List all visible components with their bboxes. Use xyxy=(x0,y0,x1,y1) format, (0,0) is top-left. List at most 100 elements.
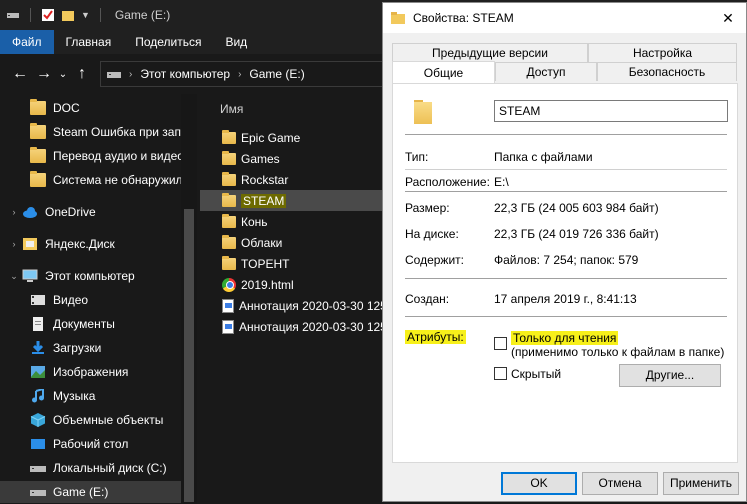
file-item-2019-html[interactable]: 2019.html xyxy=(200,274,383,295)
advanced-button[interactable]: Другие... xyxy=(619,364,721,387)
properties-check-icon[interactable] xyxy=(41,8,55,22)
sidebar-item-this-pc[interactable]: ⌄ Этот компьютер xyxy=(0,265,196,287)
navigation-pane: DOC Steam Ошибка при запу Перевод аудио … xyxy=(0,94,200,504)
sidebar-item-local-disk-c[interactable]: Локальный диск (C:) xyxy=(0,457,196,479)
yandex-disk-icon xyxy=(23,238,37,250)
file-item-games[interactable]: Games xyxy=(200,148,383,169)
created-value: 17 апреля 2019 г., 8:41:13 xyxy=(494,292,637,306)
drive-icon xyxy=(30,466,46,472)
folder-icon xyxy=(222,213,236,228)
file-item-torrent[interactable]: TOPEHT xyxy=(200,253,383,274)
properties-dialog: Свойства: STEAM ✕ Предыдущие версии Наст… xyxy=(382,2,747,502)
sidebar-item-pictures[interactable]: Изображения xyxy=(0,361,196,383)
new-folder-icon[interactable] xyxy=(61,8,75,22)
file-item-oblaki[interactable]: Облаки xyxy=(200,232,383,253)
sidebar-item-label: Система не обнаружила xyxy=(53,173,190,187)
chrome-icon xyxy=(222,277,236,292)
readonly-label[interactable]: Только для чтения xyxy=(511,331,619,345)
computer-icon xyxy=(22,269,38,282)
sidebar-item-system-error[interactable]: Система не обнаружила xyxy=(0,169,196,191)
file-item-annotation-2[interactable]: Аннотация 2020-03-30 125 xyxy=(200,316,383,337)
ribbon-tab-file[interactable]: Файл xyxy=(0,30,54,54)
folder-name-input[interactable]: STEAM xyxy=(494,100,728,122)
folder-icon xyxy=(222,129,236,144)
file-item-kon[interactable]: Конь xyxy=(200,211,383,232)
hidden-label[interactable]: Скрытый xyxy=(511,367,561,381)
sidebar-item-music[interactable]: Музыка xyxy=(0,385,196,407)
sidebar-item-3d-objects[interactable]: Объемные объекты xyxy=(0,409,196,431)
file-item-steam[interactable]: STEAM xyxy=(200,190,383,211)
size-on-disk-label: На диске: xyxy=(405,227,459,241)
sidebar-item-game-e[interactable]: Game (E:) xyxy=(0,481,196,503)
drive-icon xyxy=(7,13,19,18)
quick-access-dropdown-icon[interactable]: ▼ xyxy=(81,10,90,20)
sidebar-item-documents[interactable]: Документы xyxy=(0,313,196,335)
image-file-icon xyxy=(222,319,234,334)
file-item-label: Аннотация 2020-03-30 125 xyxy=(239,298,383,313)
sidebar-item-label: Steam Ошибка при запу xyxy=(53,125,187,139)
sidebar-item-label: Перевод аудио и видео xyxy=(53,149,184,163)
hidden-checkbox[interactable] xyxy=(494,367,507,380)
tab-sharing[interactable]: Доступ xyxy=(495,62,597,81)
forward-arrow-icon[interactable]: → xyxy=(32,62,56,86)
file-item-epic-game[interactable]: Epic Game xyxy=(200,127,383,148)
folder-icon xyxy=(391,12,405,24)
dialog-title: Свойства: STEAM xyxy=(413,11,514,25)
apply-button[interactable]: Применить xyxy=(663,472,739,495)
file-item-label: Аннотация 2020-03-30 125 xyxy=(239,319,383,334)
breadcrumb-game-e[interactable]: Game (E:) xyxy=(249,67,304,81)
sidebar-item-onedrive[interactable]: › OneDrive xyxy=(0,201,196,223)
sidebar-item-label: Изображения xyxy=(53,365,129,379)
sidebar-item-steam-error[interactable]: Steam Ошибка при запу xyxy=(0,121,196,143)
sidebar-item-video[interactable]: Видео xyxy=(0,289,196,311)
sidebar-item-label: Локальный диск (C:) xyxy=(53,461,167,475)
type-label: Тип: xyxy=(405,150,429,164)
sidebar-item-yandex-disk[interactable]: › Яндекс.Диск xyxy=(0,233,196,255)
sidebar-item-label: Музыка xyxy=(53,389,96,403)
readonly-checkbox[interactable] xyxy=(494,337,507,350)
expand-chevron-icon[interactable]: › xyxy=(8,239,20,249)
breadcrumb-this-pc[interactable]: Этот компьютер xyxy=(140,67,230,81)
sidebar-item-downloads[interactable]: Загрузки xyxy=(0,337,196,359)
tab-security[interactable]: Безопасность xyxy=(597,62,737,81)
folder-icon xyxy=(410,100,436,124)
ribbon-tab-home[interactable]: Главная xyxy=(54,30,124,54)
file-item-label: Epic Game xyxy=(241,130,301,145)
expand-chevron-icon[interactable]: › xyxy=(8,207,20,217)
sidebar-item-label: Рабочий стол xyxy=(53,437,129,451)
type-value: Папка с файлами xyxy=(494,150,593,164)
address-bar[interactable]: › Этот компьютер › Game (E:) xyxy=(100,61,400,87)
folder-icon xyxy=(222,234,236,249)
sidebar-item-translate[interactable]: Перевод аудио и видео xyxy=(0,145,196,167)
tab-general[interactable]: Общие xyxy=(392,61,495,83)
ok-button[interactable]: OK xyxy=(501,472,577,495)
folder-icon xyxy=(222,255,236,270)
folder-icon xyxy=(222,171,236,186)
tab-customize[interactable]: Настройка xyxy=(588,43,737,62)
dialog-titlebar: Свойства: STEAM ✕ xyxy=(383,3,746,33)
collapse-chevron-icon[interactable]: ⌄ xyxy=(8,271,20,282)
ribbon-tab-view[interactable]: Вид xyxy=(213,30,259,54)
tab-previous-versions[interactable]: Предыдущие версии xyxy=(392,43,588,62)
file-item-rockstar[interactable]: Rockstar xyxy=(200,169,383,190)
cancel-button[interactable]: Отмена xyxy=(582,472,658,495)
titlebar-separator xyxy=(30,8,31,22)
up-arrow-icon[interactable]: ↑ xyxy=(70,62,94,86)
file-item-annotation-1[interactable]: Аннотация 2020-03-30 125 xyxy=(200,295,383,316)
desktop-icon xyxy=(31,439,45,449)
column-header-name[interactable]: Имя xyxy=(220,102,243,116)
back-arrow-icon[interactable]: ← xyxy=(8,62,32,86)
sidebar-item-label: Видео xyxy=(53,293,89,307)
window-title: Game (E:) xyxy=(114,8,171,22)
sidebar-item-label: DOC xyxy=(53,101,80,115)
size-label: Размер: xyxy=(405,201,450,215)
drive-icon xyxy=(30,490,46,496)
sidebar-item-label: Game (E:) xyxy=(53,485,109,499)
close-icon[interactable]: ✕ xyxy=(720,10,736,26)
sidebar-item-doc[interactable]: DOC xyxy=(0,97,196,119)
sidebar-item-desktop[interactable]: Рабочий стол xyxy=(0,433,196,455)
recent-locations-chevron-icon[interactable]: ⌄ xyxy=(56,62,70,86)
sidebar-scrollbar-thumb[interactable] xyxy=(184,209,194,502)
ribbon-tab-share[interactable]: Поделиться xyxy=(123,30,213,54)
contains-label: Содержит: xyxy=(405,253,464,267)
